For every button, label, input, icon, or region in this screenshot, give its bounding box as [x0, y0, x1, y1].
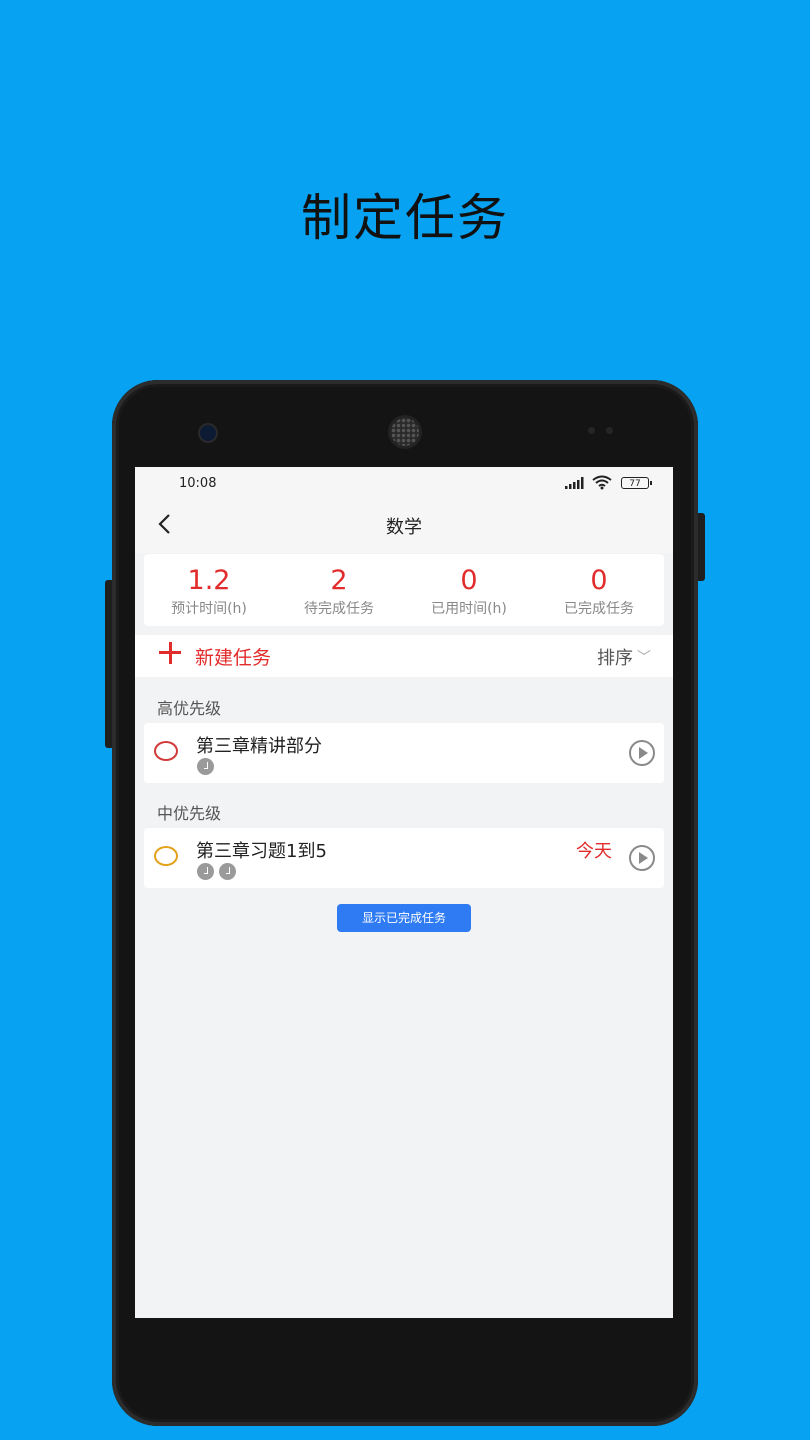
- task-complete-checkbox[interactable]: [154, 846, 178, 866]
- earpiece-speaker: [391, 418, 419, 446]
- status-bar: 10:08 77: [135, 467, 673, 501]
- page-title: 数学: [386, 517, 422, 538]
- wifi-icon: [592, 475, 612, 490]
- stat-value: 0: [590, 565, 608, 596]
- pomodoro-count: [197, 758, 214, 775]
- front-camera-icon: [200, 425, 216, 441]
- new-task-button[interactable]: 新建任务: [195, 643, 271, 670]
- stat-value: 2: [330, 565, 348, 596]
- phone-power-button: [697, 513, 705, 581]
- stat-completed-tasks: 0 已完成任务: [534, 554, 664, 626]
- stat-used-time: 0 已用时间(h): [404, 554, 534, 626]
- stat-value: 0: [460, 565, 478, 596]
- stat-label: 已完成任务: [564, 601, 634, 617]
- signal-icon: [565, 477, 584, 489]
- stat-label: 已用时间(h): [431, 601, 507, 617]
- show-completed-button[interactable]: 显示已完成任务: [337, 904, 471, 932]
- toolbar: 新建任务 排序 ﹀: [135, 635, 673, 677]
- plus-icon[interactable]: [159, 642, 181, 664]
- stat-label: 预计时间(h): [171, 601, 247, 617]
- chevron-down-icon: ﹀: [637, 650, 651, 666]
- light-sensor: [606, 427, 613, 434]
- pomodoro-count: [197, 863, 236, 880]
- play-icon[interactable]: [629, 740, 655, 766]
- due-date-badge: 今天: [576, 841, 612, 862]
- task-complete-checkbox[interactable]: [154, 741, 178, 761]
- proximity-sensor: [588, 427, 595, 434]
- sort-dropdown[interactable]: 排序 ﹀: [597, 644, 651, 670]
- section-header-medium: 中优先级: [157, 804, 222, 823]
- task-title: 第三章精讲部分: [196, 736, 322, 757]
- stat-estimated-time: 1.2 预计时间(h): [144, 554, 274, 626]
- battery-icon: 77: [621, 477, 652, 489]
- nav-bar: 数学: [135, 501, 673, 553]
- stat-label: 待完成任务: [304, 601, 374, 617]
- task-card[interactable]: 第三章习题1到5 今天: [144, 828, 664, 888]
- stat-pending-tasks: 2 待完成任务: [274, 554, 404, 626]
- sort-label: 排序: [597, 648, 633, 669]
- app-screen: 10:08 77 数学 1.2 预计时间(h) 2 待完成任务 0 已用时间(h…: [135, 467, 673, 1318]
- section-header-high: 高优先级: [157, 699, 222, 718]
- play-icon[interactable]: [629, 845, 655, 871]
- pomodoro-clock-icon: [197, 758, 214, 775]
- task-card[interactable]: 第三章精讲部分: [144, 723, 664, 783]
- stat-value: 1.2: [187, 565, 231, 596]
- pomodoro-clock-icon: [197, 863, 214, 880]
- pomodoro-clock-icon: [219, 863, 236, 880]
- status-time: 10:08: [179, 476, 217, 491]
- task-title: 第三章习题1到5: [196, 841, 327, 862]
- stats-panel: 1.2 预计时间(h) 2 待完成任务 0 已用时间(h) 0 已完成任务: [144, 554, 664, 626]
- promo-headline: 制定任务: [301, 189, 509, 247]
